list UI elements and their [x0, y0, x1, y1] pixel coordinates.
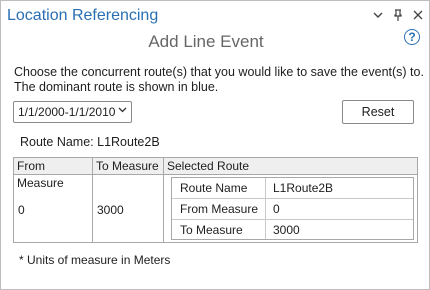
route-name-label: Route Name: L1Route2B	[20, 135, 160, 149]
column-header-to-measure: To Measure	[93, 158, 164, 175]
column-header-from-measure: From Measure	[14, 158, 93, 190]
from-measure-value: 0	[273, 202, 280, 216]
field-label: From Measure	[180, 202, 259, 216]
instructions-text: Choose the concurrent route(s) that you …	[14, 65, 424, 95]
title-bar-controls	[371, 7, 425, 23]
selected-route-table: Route Name L1Route2B From Measure 0 To M…	[171, 177, 414, 240]
date-range-dropdown[interactable]: 1/1/2000-1/1/2010	[13, 101, 132, 123]
selected-route-row: From Measure 0	[172, 199, 413, 219]
field-label: Route Name	[180, 181, 248, 195]
units-note: * Units of measure in Meters	[19, 253, 171, 267]
page-title: Add Line Event	[148, 32, 264, 51]
date-range-value: 1/1/2000-1/1/2010	[18, 105, 116, 119]
row-to-measure: 3000	[97, 203, 124, 217]
close-icon[interactable]	[411, 7, 425, 23]
selected-route-row: To Measure 3000	[172, 220, 413, 240]
instructions-line-1: Choose the concurrent route(s) that you …	[14, 65, 424, 79]
route-name-value: L1Route2B	[273, 181, 334, 195]
to-measure-value: 3000	[273, 223, 300, 237]
location-referencing-pane: Location Referencing Add Line Event ? Ch…	[0, 0, 430, 290]
field-label: To Measure	[180, 223, 243, 237]
selected-route-row: Route Name L1Route2B	[172, 178, 413, 198]
instructions-line-2: The dominant route is shown in blue.	[14, 80, 219, 94]
pane-title: Location Referencing	[7, 7, 159, 24]
help-icon[interactable]: ?	[404, 29, 420, 45]
row-from-measure: 0	[18, 203, 25, 217]
column-divider	[163, 158, 164, 242]
chevron-down-icon[interactable]	[371, 7, 385, 23]
title-bar: Location Referencing	[1, 1, 429, 31]
chevron-down-icon	[118, 105, 127, 117]
reset-button[interactable]: Reset	[342, 100, 414, 124]
pin-icon[interactable]	[391, 7, 405, 23]
column-header-selected-route: Selected Route	[164, 158, 417, 175]
column-divider	[92, 158, 93, 242]
concurrent-routes-table: From Measure To Measure Selected Route 0…	[13, 157, 418, 243]
